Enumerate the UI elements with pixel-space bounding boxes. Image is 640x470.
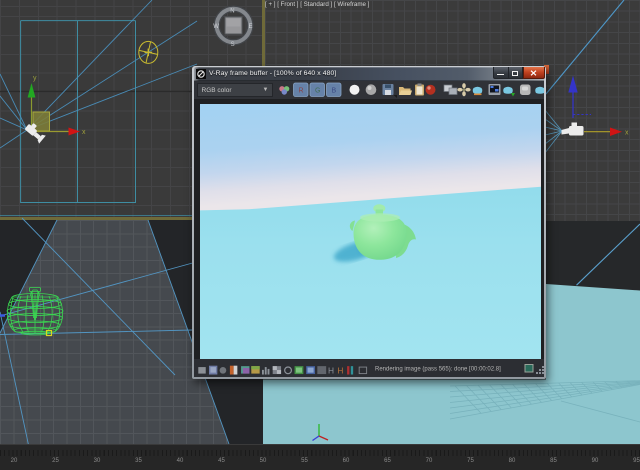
svg-text:x: x bbox=[625, 130, 629, 137]
svg-text:S: S bbox=[231, 42, 235, 48]
svg-text:H: H bbox=[337, 366, 343, 376]
svg-text:H: H bbox=[328, 366, 334, 376]
svg-text:y: y bbox=[33, 75, 37, 82]
svg-text:E: E bbox=[249, 24, 253, 30]
svg-text:x: x bbox=[82, 129, 86, 136]
svg-text:B: B bbox=[332, 88, 337, 95]
svg-text:N: N bbox=[230, 9, 234, 15]
svg-text:G: G bbox=[315, 88, 320, 95]
svg-text:R: R bbox=[299, 88, 304, 95]
svg-text:W: W bbox=[213, 24, 219, 30]
svg-text:Rendering image (pass 565): do: Rendering image (pass 565): done [00:00:… bbox=[375, 366, 501, 372]
